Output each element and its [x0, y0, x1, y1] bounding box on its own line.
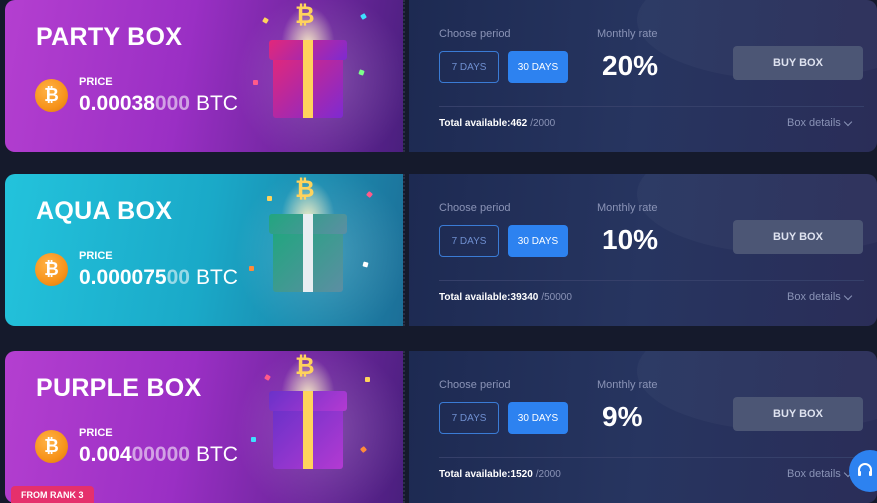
price-trailing-zeros: 000	[154, 92, 190, 115]
bitcoin-icon: ₿	[35, 253, 68, 286]
confetti	[267, 196, 272, 201]
price-value: 0.00400000 BTC	[79, 443, 238, 467]
choose-period-label: Choose period	[439, 202, 511, 214]
box-details-link[interactable]: Box details	[787, 291, 853, 303]
total-available-max: /2000	[530, 118, 556, 129]
box-card-options: Choose period 7 DAYS 30 DAYS Monthly rat…	[409, 351, 877, 503]
total-available: Total available:39340/50000	[439, 292, 572, 303]
monthly-rate-label: Monthly rate	[597, 379, 658, 391]
period-7-days-button[interactable]: 7 DAYS	[439, 402, 499, 434]
gift-box-image: ₿	[269, 2, 347, 120]
period-7-days-button[interactable]: 7 DAYS	[439, 51, 499, 83]
total-available-max: /50000	[541, 292, 572, 303]
choose-period-label: Choose period	[439, 28, 511, 40]
box-title: AQUA BOX	[36, 197, 173, 225]
box-card-banner: AQUA BOX ₿ PRICE 0.00007500 BTC ₿	[5, 174, 403, 326]
price-value: 0.00007500 BTC	[79, 266, 238, 290]
box-card-options: Choose period 7 DAYS 30 DAYS Monthly rat…	[409, 0, 877, 152]
divider-line	[439, 280, 864, 281]
gift-box-image: ₿	[269, 353, 347, 471]
total-available: Total available:462/2000	[439, 118, 555, 129]
box-details-link[interactable]: Box details	[787, 117, 853, 129]
total-available-max: /2000	[535, 469, 561, 480]
period-30-days-button[interactable]: 30 DAYS	[508, 402, 568, 434]
price-label: PRICE	[79, 427, 113, 439]
buy-box-button[interactable]: BUY BOX	[733, 46, 863, 80]
price-label: PRICE	[79, 250, 113, 262]
price-trailing-zeros: 00	[166, 266, 190, 289]
divider-line	[439, 106, 864, 107]
price-value: 0.00038000 BTC	[79, 92, 238, 116]
box-title: PARTY BOX	[36, 23, 183, 51]
period-30-days-button[interactable]: 30 DAYS	[508, 225, 568, 257]
confetti	[365, 377, 370, 382]
total-available-count: Total available:39340	[439, 292, 539, 303]
choose-period-label: Choose period	[439, 379, 511, 391]
buy-box-button[interactable]: BUY BOX	[733, 397, 863, 431]
headset-icon	[858, 463, 872, 476]
bitcoin-icon: ₿	[295, 353, 315, 380]
divider-line	[439, 457, 864, 458]
gift-box-ribbon	[303, 391, 313, 469]
gift-box-ribbon	[303, 40, 313, 118]
total-available: Total available:1520/2000	[439, 469, 561, 480]
price-label: PRICE	[79, 76, 113, 88]
box-card-banner: PURPLE BOX ₿ PRICE 0.00400000 BTC ₿	[5, 351, 403, 503]
bitcoin-icon: ₿	[35, 79, 68, 112]
box-card-banner: PARTY BOX ₿ PRICE 0.00038000 BTC ₿	[5, 0, 403, 152]
box-details-link[interactable]: Box details	[787, 468, 853, 480]
price-unit: BTC	[195, 443, 238, 466]
box-card-purple: PURPLE BOX ₿ PRICE 0.00400000 BTC ₿ Choos…	[5, 351, 877, 503]
bitcoin-icon: ₿	[35, 430, 68, 463]
monthly-rate-label: Monthly rate	[597, 28, 658, 40]
box-card-options: Choose period 7 DAYS 30 DAYS Monthly rat…	[409, 174, 877, 326]
confetti	[251, 437, 256, 442]
box-title: PURPLE BOX	[36, 374, 202, 402]
chevron-down-icon	[843, 117, 853, 126]
confetti	[249, 266, 254, 271]
period-30-days-button[interactable]: 30 DAYS	[508, 51, 568, 83]
bitcoin-icon: ₿	[295, 2, 315, 29]
gift-box-ribbon	[303, 214, 313, 292]
price-main: 0.000075	[79, 266, 167, 289]
box-card-party: PARTY BOX ₿ PRICE 0.00038000 BTC ₿ Choose…	[5, 0, 877, 152]
gift-box-image: ₿	[269, 176, 347, 294]
chevron-down-icon	[843, 291, 853, 300]
total-available-count: Total available:1520	[439, 469, 533, 480]
box-card-aqua: AQUA BOX ₿ PRICE 0.00007500 BTC ₿ Choose …	[5, 174, 877, 326]
total-available-count: Total available:462	[439, 118, 528, 129]
monthly-rate-label: Monthly rate	[597, 202, 658, 214]
price-unit: BTC	[195, 92, 238, 115]
price-main: 0.00038	[79, 92, 155, 115]
price-trailing-zeros: 00000	[131, 443, 190, 466]
confetti	[253, 80, 258, 85]
box-details-label: Box details	[787, 117, 841, 129]
price-main: 0.004	[79, 443, 132, 466]
rank-requirement-badge: FROM RANK 3	[11, 486, 94, 503]
period-7-days-button[interactable]: 7 DAYS	[439, 225, 499, 257]
monthly-rate-value: 9%	[602, 401, 643, 432]
monthly-rate-value: 10%	[602, 224, 659, 255]
bitcoin-icon: ₿	[295, 176, 315, 203]
monthly-rate-value: 20%	[602, 50, 659, 81]
price-unit: BTC	[195, 266, 238, 289]
box-details-label: Box details	[787, 468, 841, 480]
buy-box-button[interactable]: BUY BOX	[733, 220, 863, 254]
box-details-label: Box details	[787, 291, 841, 303]
